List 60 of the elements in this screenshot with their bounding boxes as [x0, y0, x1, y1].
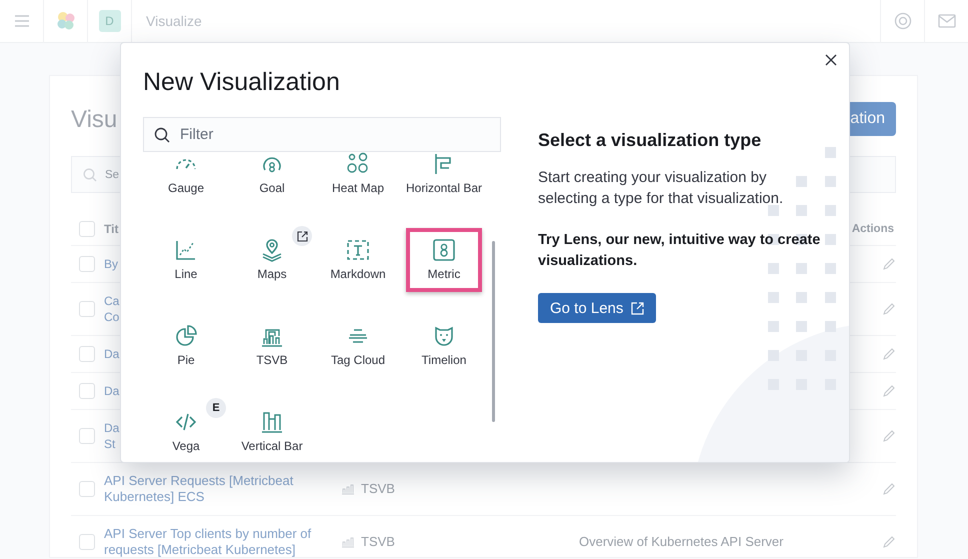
visualization-type-button[interactable]: Horizontal Bar	[406, 152, 482, 206]
checkbox[interactable]	[79, 346, 95, 362]
external-link-icon	[296, 230, 308, 242]
text-frame-icon	[346, 238, 370, 262]
bear-icon	[432, 324, 456, 348]
pencil-icon[interactable]	[882, 535, 896, 549]
visualization-type-button[interactable]: Timelion	[406, 314, 482, 378]
pencil-icon[interactable]	[882, 257, 896, 271]
filter-placeholder: Filter	[180, 126, 214, 143]
modal-title: New Visualization	[143, 67, 341, 98]
checkbox[interactable]	[79, 481, 95, 497]
checkbox[interactable]	[79, 383, 95, 399]
mail-icon[interactable]	[938, 14, 956, 28]
section-heading: Select a visualization type	[538, 129, 762, 151]
visualization-type-button[interactable]: Metric	[406, 228, 482, 292]
line-chart-icon	[174, 238, 198, 262]
pencil-icon[interactable]	[882, 302, 896, 316]
vertical-bar-icon	[260, 410, 284, 434]
visualization-type-button[interactable]: Pie	[148, 314, 224, 378]
bar-chart-icon	[341, 536, 355, 548]
visualization-type-button[interactable]: Goal	[234, 152, 310, 206]
search-icon	[83, 168, 97, 182]
bar-chart-icon	[341, 483, 355, 495]
filter-field[interactable]: Filter	[143, 117, 501, 152]
external-link-icon	[631, 302, 644, 314]
type-label: TSVB	[361, 481, 395, 497]
visualization-type-button[interactable]: Maps	[234, 228, 310, 292]
checkbox[interactable]	[79, 534, 95, 550]
experimental-badge: E	[206, 398, 226, 418]
visualization-type-button[interactable]: Vertical Bar	[234, 400, 310, 453]
visualization-type-button[interactable]: Markdown	[320, 228, 396, 292]
search-placeholder: Se	[105, 168, 120, 180]
visualization-type-button[interactable]: Heat Map	[320, 152, 396, 206]
go-to-lens-button[interactable]: Go to Lens	[538, 293, 656, 323]
pencil-icon[interactable]	[882, 384, 896, 398]
promo-text: Try Lens, our new, intuitive way to create visualizations.	[538, 231, 822, 271]
close-icon	[825, 54, 837, 66]
number-frame-icon	[432, 238, 456, 262]
page-title: Visu	[71, 106, 118, 134]
pencil-icon[interactable]	[882, 482, 896, 496]
visualization-type-button[interactable]: Tag Cloud	[320, 314, 396, 378]
visualization-type-button[interactable]: Gauge	[148, 152, 224, 206]
map-pin-layers-icon	[260, 238, 284, 262]
search-icon	[154, 126, 170, 142]
visualization-type-button[interactable]: Line	[148, 228, 224, 292]
menu-icon[interactable]	[14, 14, 30, 28]
type-label: TSVB	[361, 534, 395, 550]
checkbox[interactable]	[79, 256, 95, 272]
visualization-type-button[interactable]: TSVB	[234, 314, 310, 378]
pencil-icon[interactable]	[882, 429, 896, 443]
description-text: Overview of Kubernetes API Server	[579, 534, 784, 550]
pencil-icon[interactable]	[882, 347, 896, 361]
help-icon[interactable]	[894, 12, 912, 30]
description-text: Start creating your visualization by selecting a type for that visualization.	[538, 168, 784, 209]
checkbox[interactable]	[79, 221, 95, 237]
checkbox[interactable]	[79, 428, 95, 444]
checkbox[interactable]	[79, 301, 95, 317]
visualization-type-button[interactable]: Vega E	[148, 400, 224, 453]
logo-icon[interactable]	[54, 10, 76, 32]
pie-chart-icon	[174, 324, 198, 348]
